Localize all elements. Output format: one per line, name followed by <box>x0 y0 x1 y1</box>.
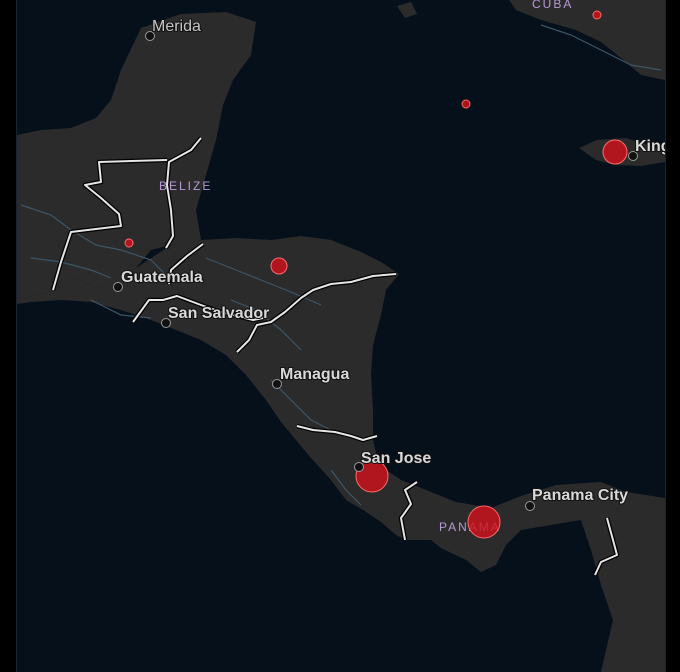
case-marker-guatemala-north[interactable] <box>124 238 134 248</box>
city-label-managua: Managua <box>280 366 349 383</box>
city-label-san-jose: San Jose <box>361 450 431 467</box>
city-label-guatemala: Guatemala <box>121 269 203 286</box>
city-label-merida: Merida <box>152 18 201 35</box>
map-canvas[interactable]: CUBA BELIZE PANAMA <box>16 0 666 672</box>
case-marker-cayman[interactable] <box>461 99 471 109</box>
map-viewport[interactable]: CUBA BELIZE PANAMA <box>0 0 680 672</box>
country-label-belize: BELIZE <box>159 179 212 193</box>
city-label-kingston: King <box>635 138 665 155</box>
map-svg[interactable]: CUBA BELIZE PANAMA <box>17 0 665 672</box>
city-label-san-salvador: San Salvador <box>168 305 269 322</box>
city-label-panama-city: Panama City <box>532 487 628 504</box>
case-marker-cuba[interactable] <box>592 10 602 20</box>
country-label-cuba: CUBA <box>532 0 573 11</box>
south-america-landmass <box>621 500 665 672</box>
case-marker-honduras[interactable] <box>270 257 288 275</box>
case-marker-panama[interactable] <box>467 505 501 539</box>
case-marker-jamaica[interactable] <box>602 139 628 165</box>
